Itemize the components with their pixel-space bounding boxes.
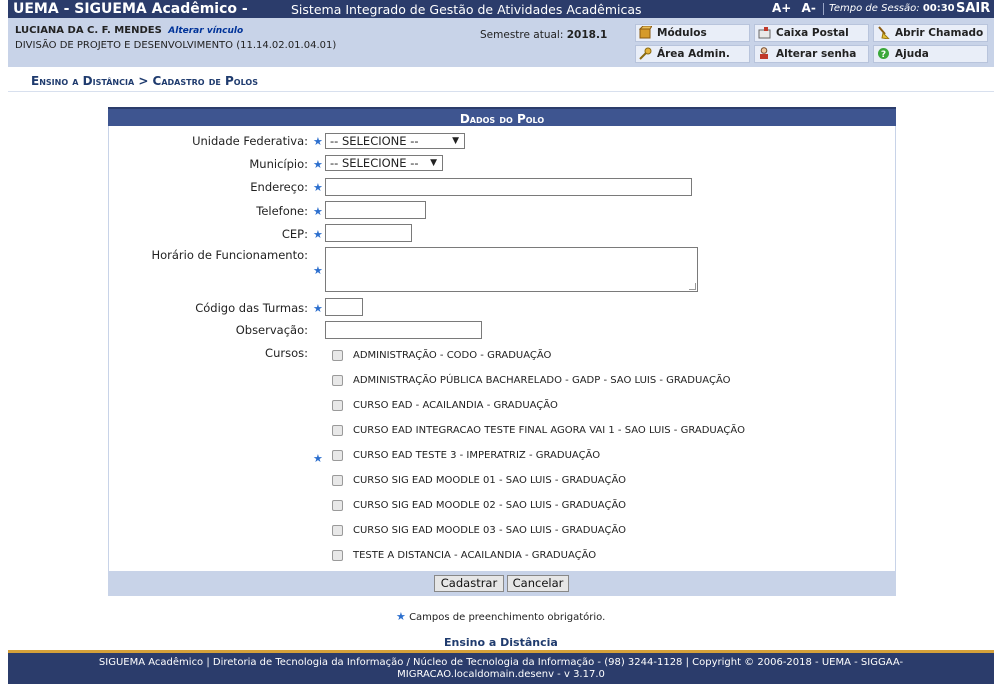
cep-input[interactable] <box>325 224 412 242</box>
required-note: ★ Campos de preenchimento obrigatório. <box>396 610 606 623</box>
change-link[interactable]: Alterar vínculo <box>168 26 243 36</box>
observacao-input[interactable] <box>325 321 482 339</box>
dropdown-arrow-icon: ▼ <box>430 158 437 168</box>
municipio-select[interactable]: -- SELECIONE -- ▼ <box>325 155 443 171</box>
logout-link[interactable]: SAIR <box>956 0 990 17</box>
course-checkbox[interactable] <box>332 350 343 361</box>
required-icon: ★ <box>313 205 323 218</box>
course-label: ADMINISTRAÇÃO - CODO - GRADUAÇÃO <box>353 350 552 361</box>
font-size-controls: A+ A- <box>772 0 816 17</box>
course-label: ADMINISTRAÇÃO PÚBLICA BACHARELADO - GADP… <box>353 375 731 386</box>
course-checkbox[interactable] <box>332 475 343 486</box>
mailbox-icon <box>758 27 771 39</box>
ajuda-button[interactable]: ? Ajuda <box>873 45 988 63</box>
ead-module-link[interactable]: Ensino a Distância <box>444 636 558 649</box>
user-name-row: LUCIANA DA C. F. MENDES Alterar vínculo <box>15 25 243 36</box>
cursos-label: Cursos: <box>265 346 308 360</box>
semester-label: Semestre atual: <box>480 29 564 41</box>
course-checkbox[interactable] <box>332 550 343 561</box>
municipio-label: Município: <box>249 157 308 171</box>
page: UEMA - SIGUEMA Acadêmico - Sistema Integ… <box>0 0 1002 691</box>
resize-handle-icon[interactable] <box>689 283 696 290</box>
course-label: CURSO SIG EAD MOODLE 01 - SAO LUIS - GRA… <box>353 475 626 486</box>
help-icon: ? <box>878 48 889 60</box>
divider <box>8 91 994 92</box>
uf-select[interactable]: -- SELECIONE -- ▼ <box>325 133 465 149</box>
course-checkbox[interactable] <box>332 450 343 461</box>
top-bar: UEMA - SIGUEMA Acadêmico - Sistema Integ… <box>8 0 994 18</box>
alterar-senha-button[interactable]: Alterar senha <box>754 45 869 63</box>
course-label: CURSO EAD INTEGRACAO TESTE FINAL AGORA V… <box>353 425 745 436</box>
codigo-input[interactable] <box>325 298 363 316</box>
course-label: CURSO EAD TESTE 3 - IMPERATRIZ - GRADUAÇ… <box>353 450 601 461</box>
system-subtitle: Sistema Integrado de Gestão de Atividade… <box>291 2 642 17</box>
abrir-chamado-button[interactable]: Abrir Chamado <box>873 24 988 42</box>
form-caption: Dados do Polo <box>108 107 896 126</box>
course-label: CURSO SIG EAD MOODLE 02 - SAO LUIS - GRA… <box>353 500 626 511</box>
cancelar-button[interactable]: Cancelar <box>507 575 569 592</box>
course-label: CURSO EAD - ACAILANDIA - GRADUAÇÃO <box>353 400 558 411</box>
endereco-label: Endereço: <box>250 180 308 194</box>
codigo-label: Código das Turmas: <box>195 301 308 315</box>
cadastrar-button[interactable]: Cadastrar <box>434 575 504 592</box>
modulos-button[interactable]: Módulos <box>635 24 750 42</box>
telefone-label: Telefone: <box>256 204 308 218</box>
user-name: LUCIANA DA C. F. MENDES <box>15 25 162 36</box>
semester-info: Semestre atual: 2018.1 <box>480 29 607 41</box>
course-checkbox[interactable] <box>332 375 343 386</box>
required-icon: ★ <box>313 302 323 315</box>
course-label: CURSO SIG EAD MOODLE 03 - SAO LUIS - GRA… <box>353 525 626 536</box>
footer-line-1: SIGUEMA Acadêmico | Diretoria de Tecnolo… <box>98 657 904 668</box>
font-increase-button[interactable]: A+ <box>772 1 791 15</box>
font-decrease-button[interactable]: A- <box>802 1 816 15</box>
divider <box>823 3 824 15</box>
cube-icon <box>639 26 652 39</box>
dropdown-arrow-icon: ▼ <box>452 136 459 146</box>
key-icon <box>639 47 652 60</box>
session-time: 00:30 <box>922 3 955 14</box>
required-icon: ★ <box>313 158 323 171</box>
course-checkbox[interactable] <box>332 425 343 436</box>
uf-label: Unidade Federativa: <box>192 134 308 148</box>
footer: SIGUEMA Acadêmico | Diretoria de Tecnolo… <box>8 650 994 684</box>
form-footer: Cadastrar Cancelar <box>109 571 895 595</box>
course-checkbox[interactable] <box>332 525 343 536</box>
required-icon: ★ <box>313 135 323 148</box>
svg-text:?: ? <box>881 50 886 60</box>
broom-icon <box>878 26 890 39</box>
course-checkbox[interactable] <box>332 500 343 511</box>
required-icon: ★ <box>313 264 323 277</box>
user-info-bar: LUCIANA DA C. F. MENDES Alterar vínculo … <box>8 18 994 67</box>
required-icon: ★ <box>313 228 323 241</box>
required-icon: ★ <box>313 452 323 465</box>
session-timer: Tempo de Sessão: 00:30 <box>829 2 955 16</box>
breadcrumb: Ensino a Distância > Cadastro de Polos <box>31 74 258 88</box>
cep-label: CEP: <box>281 227 308 241</box>
observacao-label: Observação: <box>235 323 308 337</box>
user-lock-icon <box>760 47 768 59</box>
caixa-postal-button[interactable]: Caixa Postal <box>754 24 869 42</box>
session-label: Tempo de Sessão: <box>829 3 920 14</box>
course-label: TESTE A DISTANCIA - ACAILANDIA - GRADUAÇ… <box>353 550 597 561</box>
required-icon: ★ <box>396 610 406 623</box>
horario-textarea[interactable] <box>325 247 698 292</box>
semester-value: 2018.1 <box>566 29 608 41</box>
area-admin-button[interactable]: Área Admin. <box>635 45 750 63</box>
footer-line-2: MIGRACAO.localdomain.desenv - v 3.17.0 <box>397 669 605 680</box>
horario-label: Horário de Funcionamento: <box>151 248 308 262</box>
user-unit: DIVISÃO DE PROJETO E DESENVOLVIMENTO (11… <box>15 40 337 51</box>
system-name: UEMA - SIGUEMA Acadêmico - <box>13 1 248 17</box>
telefone-input[interactable] <box>325 201 426 219</box>
course-checkbox[interactable] <box>332 400 343 411</box>
endereco-input[interactable] <box>325 178 692 196</box>
required-icon: ★ <box>313 181 323 194</box>
